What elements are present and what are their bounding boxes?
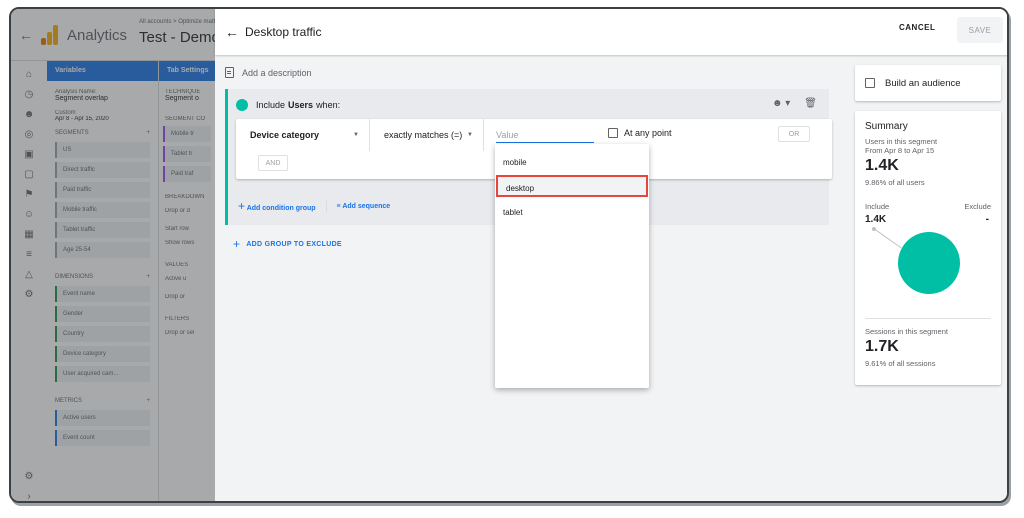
modal-overlay bbox=[11, 61, 215, 501]
build-audience-checkbox[interactable]: Build an audience bbox=[855, 65, 1001, 101]
users-value: 1.4K bbox=[865, 157, 899, 174]
plus-icon: + bbox=[238, 199, 246, 213]
scope-person-icon[interactable]: ☻ ▾ bbox=[772, 98, 790, 109]
description-icon bbox=[225, 67, 234, 78]
include-value: 1.4K bbox=[865, 214, 887, 225]
save-button[interactable]: SAVE bbox=[957, 17, 1003, 43]
add-sequence-label: Add sequence bbox=[342, 202, 391, 210]
description-placeholder: Add a description bbox=[242, 67, 312, 78]
chevron-down-icon: ▼ bbox=[467, 132, 473, 138]
at-any-point-label: At any point bbox=[624, 128, 672, 138]
add-sequence-link[interactable]: ≡ Add sequence bbox=[337, 203, 391, 210]
sessions-percent: 9.61% of all sessions bbox=[865, 359, 936, 368]
cancel-button[interactable]: CANCEL bbox=[899, 23, 935, 32]
checkbox-icon bbox=[608, 128, 618, 138]
summary-card: Summary Users in this segment From Apr 8… bbox=[855, 111, 1001, 385]
divider bbox=[325, 200, 327, 212]
dimension-select[interactable]: Device category ▼ bbox=[236, 119, 370, 151]
value-dropdown: mobile desktop tablet bbox=[495, 144, 649, 388]
and-button[interactable]: AND bbox=[258, 155, 288, 171]
dropdown-option-tablet[interactable]: tablet bbox=[495, 201, 649, 223]
value-input[interactable] bbox=[496, 128, 594, 143]
include-header: Include Users when: bbox=[236, 99, 340, 111]
editor-back-arrow-icon[interactable]: ← bbox=[225, 24, 239, 40]
screenshot-frame: ← Analytics All accounts > Optimize matt… bbox=[9, 7, 1009, 503]
add-condition-group-link[interactable]: + Add condition group bbox=[238, 199, 316, 213]
summary-divider bbox=[865, 318, 991, 319]
summary-title: Summary bbox=[865, 121, 908, 132]
add-group-to-exclude-link[interactable]: + ADD GROUP TO EXCLUDE bbox=[233, 237, 342, 251]
include-label: Include bbox=[865, 202, 890, 211]
sessions-label: Sessions in this segment bbox=[865, 327, 948, 336]
group-footer: + Add condition group ≡ Add sequence bbox=[238, 199, 390, 213]
or-button[interactable]: OR bbox=[778, 126, 810, 142]
segment-editor-panel: ← Desktop traffic CANCEL SAVE Add a desc… bbox=[215, 9, 1007, 501]
chevron-down-icon: ▼ bbox=[353, 132, 359, 138]
dropdown-option-desktop[interactable]: desktop bbox=[496, 175, 648, 197]
dropdown-option-mobile[interactable]: mobile bbox=[495, 151, 649, 173]
pie-leader-line bbox=[874, 229, 902, 249]
sequence-icon: ≡ bbox=[336, 202, 341, 210]
date-text: From Apr 8 to Apr 15 bbox=[865, 146, 935, 155]
include-suffix: when: bbox=[316, 100, 341, 110]
sessions-value: 1.7K bbox=[865, 338, 899, 355]
operator-select[interactable]: exactly matches (=) ▼ bbox=[370, 119, 484, 151]
include-scope-select[interactable]: Users bbox=[288, 100, 313, 110]
segment-pie-chart bbox=[898, 232, 960, 294]
group-actions: ☻ ▾ 🗑 bbox=[772, 98, 817, 109]
build-audience-label: Build an audience bbox=[885, 77, 961, 89]
checkbox-icon bbox=[865, 78, 875, 88]
delete-icon[interactable]: 🗑 bbox=[804, 98, 817, 109]
users-percent: 9.86% of all users bbox=[865, 178, 925, 187]
users-label: Users in this segment bbox=[865, 137, 938, 146]
operator-select-value: exactly matches (=) bbox=[384, 130, 463, 140]
add-group-to-exclude-label: ADD GROUP TO EXCLUDE bbox=[246, 240, 342, 248]
description-field[interactable]: Add a description bbox=[225, 67, 312, 78]
modal-overlay-top bbox=[11, 9, 215, 61]
exclude-label: Exclude bbox=[964, 202, 991, 211]
dimension-select-value: Device category bbox=[250, 130, 320, 140]
segment-color-dot-icon bbox=[236, 99, 248, 111]
exclude-value: - bbox=[985, 214, 989, 225]
editor-header: ← Desktop traffic CANCEL SAVE bbox=[215, 9, 1007, 55]
include-prefix: Include bbox=[256, 100, 286, 110]
add-condition-group-label: Add condition group bbox=[246, 205, 316, 212]
plus-icon: + bbox=[233, 237, 241, 251]
at-any-point-checkbox[interactable]: At any point bbox=[608, 128, 672, 138]
segment-title[interactable]: Desktop traffic bbox=[245, 25, 321, 39]
